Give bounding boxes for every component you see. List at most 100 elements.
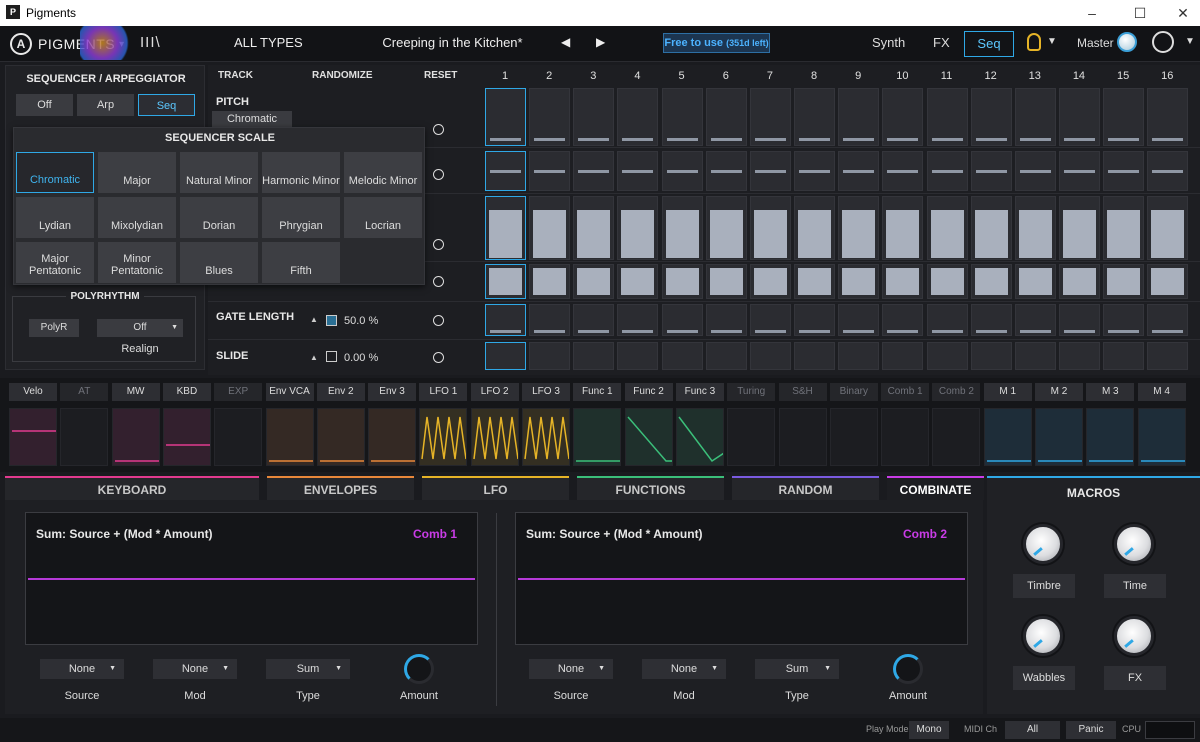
gate-step[interactable] <box>617 304 659 336</box>
gate-step[interactable] <box>882 304 924 336</box>
midi-channel-button[interactable]: All <box>1005 721 1060 739</box>
tab-functions[interactable]: FUNCTIONS <box>577 476 724 500</box>
probability-step[interactable] <box>661 264 703 299</box>
mod-source-tab[interactable]: LFO 3 <box>522 383 570 401</box>
play-mode-button[interactable]: Mono <box>909 721 949 739</box>
master-volume-knob[interactable] <box>1117 32 1137 52</box>
probability-step[interactable] <box>970 264 1012 299</box>
gate-step[interactable] <box>926 304 968 336</box>
gate-step[interactable] <box>838 304 880 336</box>
gate-step[interactable] <box>1103 304 1145 336</box>
scale-option[interactable]: Locrian <box>344 197 422 238</box>
scale-option[interactable]: Fifth <box>262 242 340 283</box>
pitch-step[interactable] <box>1058 88 1100 146</box>
slide-step[interactable] <box>485 342 526 370</box>
slide-step[interactable] <box>617 342 659 370</box>
mod-source-preview[interactable] <box>881 408 930 466</box>
pitch-step[interactable] <box>1147 88 1189 146</box>
mod-source-tab[interactable]: M 2 <box>1035 383 1083 401</box>
reset-icon[interactable] <box>433 239 444 250</box>
mod-source-preview[interactable] <box>573 408 622 466</box>
velocity-step[interactable] <box>1058 196 1100 260</box>
tab-keyboard[interactable]: KEYBOARD <box>5 476 259 500</box>
slide-step[interactable] <box>1014 342 1056 370</box>
macro-time-knob[interactable] <box>1114 524 1154 564</box>
mod-source-tab[interactable]: LFO 1 <box>419 383 468 401</box>
scale-option[interactable]: Blues <box>180 242 258 283</box>
tab-random[interactable]: RANDOM <box>732 476 879 500</box>
mod-source-preview[interactable] <box>316 408 365 466</box>
minimize-icon[interactable]: – <box>1077 3 1107 23</box>
mod-source-tab[interactable]: Comb 1 <box>881 383 930 401</box>
scale-option[interactable]: Minor Pentatonic <box>98 242 176 283</box>
comb1-source-dropdown[interactable]: None ▼ <box>40 659 124 679</box>
mod-source-preview[interactable] <box>368 408 417 466</box>
macro-time-label[interactable]: Time <box>1104 574 1166 598</box>
pitch-step[interactable] <box>1014 88 1056 146</box>
octave-step[interactable] <box>705 151 747 191</box>
probability-step[interactable] <box>1058 264 1100 299</box>
mod-source-tab[interactable]: Func 1 <box>573 383 622 401</box>
reset-icon[interactable] <box>433 352 444 363</box>
pitch-step[interactable] <box>1103 88 1145 146</box>
mod-source-tab[interactable]: Func 3 <box>675 383 724 401</box>
comb2-source-dropdown[interactable]: None ▼ <box>529 659 613 679</box>
mod-source-preview[interactable] <box>162 408 211 466</box>
pitch-step[interactable] <box>926 88 968 146</box>
pitch-step[interactable] <box>661 88 703 146</box>
velocity-step[interactable] <box>749 196 791 260</box>
mod-source-preview[interactable] <box>983 408 1032 466</box>
pitch-scale-dropdown[interactable]: Chromatic <box>212 111 292 127</box>
mod-source-tab[interactable]: M 4 <box>1137 383 1186 401</box>
scale-option[interactable]: Lydian <box>16 197 94 238</box>
mod-source-preview[interactable] <box>60 408 109 466</box>
gate-step[interactable] <box>1147 304 1189 336</box>
velocity-step[interactable] <box>485 196 526 260</box>
slide-step[interactable] <box>573 342 615 370</box>
library-icon[interactable]: III\ <box>140 34 161 51</box>
comb2-mod-dropdown[interactable]: None ▼ <box>642 659 726 679</box>
prev-preset-icon[interactable]: ◀ <box>561 35 570 49</box>
octave-step[interactable] <box>661 151 703 191</box>
mod-source-tab[interactable]: S&H <box>778 383 827 401</box>
mod-source-tab[interactable]: Binary <box>829 383 878 401</box>
octave-step[interactable] <box>749 151 791 191</box>
scale-option[interactable]: Major <box>98 152 176 193</box>
macro-wabbles-label[interactable]: Wabbles <box>1013 666 1075 690</box>
tab-lfo[interactable]: LFO <box>422 476 569 500</box>
slide-step[interactable] <box>1058 342 1100 370</box>
mod-source-tab[interactable]: MW <box>111 383 160 401</box>
mod-source-tab[interactable]: M 3 <box>1086 383 1135 401</box>
updown-icon[interactable]: ▲ <box>310 315 318 324</box>
mod-source-tab[interactable]: EXP <box>214 383 263 401</box>
reset-icon[interactable] <box>433 169 444 180</box>
slide-step[interactable] <box>705 342 747 370</box>
velocity-step[interactable] <box>529 196 571 260</box>
macro-fx-label[interactable]: FX <box>1104 666 1166 690</box>
gate-step[interactable] <box>573 304 615 336</box>
octave-step[interactable] <box>882 151 924 191</box>
mod-source-preview[interactable] <box>1086 408 1135 466</box>
probability-step[interactable] <box>1103 264 1145 299</box>
velocity-step[interactable] <box>1103 196 1145 260</box>
mode-arp-button[interactable]: Arp <box>77 94 134 116</box>
slide-step[interactable] <box>529 342 571 370</box>
slide-step[interactable] <box>882 342 924 370</box>
next-preset-icon[interactable]: ▶ <box>596 35 605 49</box>
mod-source-preview[interactable] <box>470 408 519 466</box>
mod-source-tab[interactable]: M 1 <box>983 383 1032 401</box>
settings-gear-icon[interactable] <box>1152 31 1174 53</box>
pitch-step[interactable] <box>970 88 1012 146</box>
octave-step[interactable] <box>1014 151 1056 191</box>
slide-step[interactable] <box>1103 342 1145 370</box>
mod-source-tab[interactable]: KBD <box>162 383 211 401</box>
mod-source-preview[interactable] <box>932 408 981 466</box>
mode-seq-button[interactable]: Seq <box>138 94 195 116</box>
gate-step[interactable] <box>749 304 791 336</box>
gate-step[interactable] <box>970 304 1012 336</box>
maximize-icon[interactable]: ☐ <box>1125 3 1155 23</box>
pitch-step[interactable] <box>617 88 659 146</box>
slide-step[interactable] <box>926 342 968 370</box>
reset-icon[interactable] <box>433 276 444 287</box>
tutorial-bulb-icon[interactable] <box>1027 33 1041 51</box>
